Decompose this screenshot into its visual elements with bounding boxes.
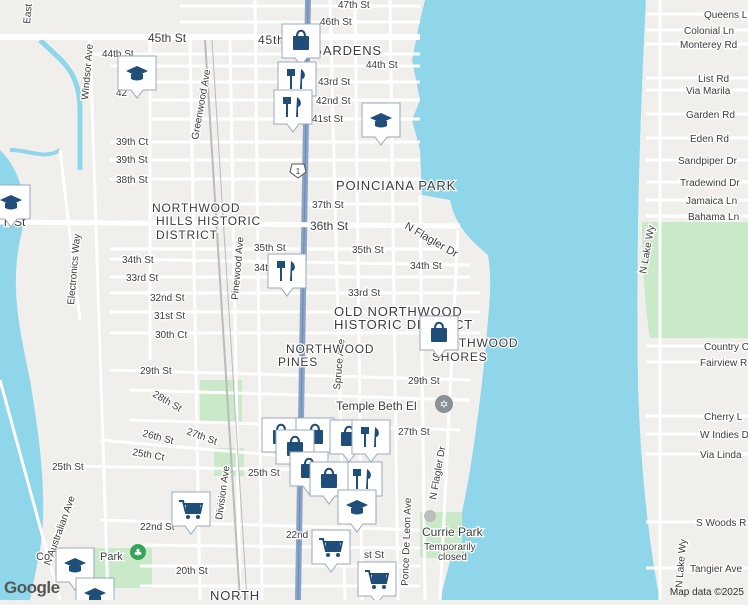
street-label: Via Marila xyxy=(686,86,731,97)
street-label: 39th St xyxy=(116,155,148,166)
street-label: Colonial Ln xyxy=(684,26,734,37)
street-label: 36th St xyxy=(310,219,349,233)
area-label: HILLS HISTORIC xyxy=(156,214,261,228)
street-label: 37th St xyxy=(312,200,344,211)
star-of-david-icon: ✡ xyxy=(439,398,448,411)
street-label: W Indies D xyxy=(700,430,748,441)
street-label: 29th St xyxy=(140,366,172,377)
street-label: 45th St xyxy=(148,31,187,45)
street-label: 39th Ct xyxy=(116,137,148,148)
svg-text:1: 1 xyxy=(296,167,301,176)
poi-label[interactable]: Temple Beth El xyxy=(336,399,417,413)
area-label: GARDENS xyxy=(312,43,382,58)
street-label: Garden Rd xyxy=(686,110,735,121)
map-svg: 1 ✡ ♣ 47th St46th St45th St45th St44th S… xyxy=(0,0,748,600)
area-label: NORTH xyxy=(210,588,260,600)
google-logo: Google xyxy=(4,578,60,598)
street-label: 34t xyxy=(254,263,268,274)
poi-label[interactable]: Currie Park xyxy=(422,525,484,539)
street-label: 29th St xyxy=(408,376,440,387)
street-label: 42nd St xyxy=(316,96,351,107)
street-label: Country C xyxy=(704,342,748,353)
poi-label[interactable]: Park xyxy=(100,551,123,563)
area-label: PINES xyxy=(278,355,318,369)
map-attribution[interactable]: Map data ©2025 xyxy=(670,587,744,598)
street-label: Eden Rd xyxy=(690,134,729,145)
map-canvas[interactable]: 1 ✡ ♣ 47th St46th St45th St45th St44th S… xyxy=(0,0,748,600)
park-marker[interactable] xyxy=(424,510,436,522)
street-label: Tangier Ave xyxy=(690,564,743,575)
area-label: NORTHWOOD xyxy=(152,201,240,215)
street-label: 44th St xyxy=(366,60,398,71)
street-label: Cherry L xyxy=(704,412,743,423)
street-label: 32nd St xyxy=(150,293,185,304)
area-label: DISTRICT xyxy=(156,228,218,242)
street-label: 35th St xyxy=(352,245,384,256)
street-label: 34th St xyxy=(122,255,154,266)
street-label: 25th St xyxy=(248,468,280,479)
street-label: 41st St xyxy=(312,114,343,125)
street-label: 33rd St xyxy=(126,273,158,284)
street-label: st St xyxy=(364,550,384,561)
street-label: Fairview R xyxy=(700,358,747,369)
street-label: 35th St xyxy=(254,243,286,254)
street-label: 22nd St xyxy=(140,522,175,533)
street-label: 38th St xyxy=(116,175,148,186)
street-label: East xyxy=(22,3,35,24)
street-label: List Rd xyxy=(698,74,729,85)
area-label: NORTHWOOD xyxy=(286,342,374,356)
street-label: 33rd St xyxy=(348,288,380,299)
street-label: S Woods R xyxy=(696,518,746,529)
street-label: 27th St xyxy=(398,427,430,438)
street-label: 47th St xyxy=(338,0,370,11)
street-label: Queens Ln xyxy=(704,10,748,21)
map-pin[interactable] xyxy=(358,562,396,600)
street-label: 22nd xyxy=(286,530,308,541)
street-label: 30th Ct xyxy=(155,330,187,341)
street-label: Bahama Ln xyxy=(688,212,739,223)
street-label: 20th St xyxy=(176,566,208,577)
poi-label[interactable]: Co xyxy=(36,551,50,563)
street-label: Jamaica Ln xyxy=(686,196,737,207)
street-label: 46th St xyxy=(320,17,352,28)
street-label: Monterey Rd xyxy=(680,40,737,51)
street-label: 31st St xyxy=(154,311,185,322)
street-label: 43rd St xyxy=(318,77,350,88)
street-label: Via Linda xyxy=(700,450,742,461)
street-label: Tradewind Dr xyxy=(680,178,740,189)
tree-glyph: ♣ xyxy=(134,548,143,559)
street-label: 34th St xyxy=(410,261,442,272)
street-label: 25th St xyxy=(52,462,84,473)
poi-label[interactable]: closed xyxy=(438,552,467,563)
street-label: Sandpiper Dr xyxy=(678,156,738,167)
area-label: POINCIANA PARK xyxy=(336,178,456,193)
island-park xyxy=(642,222,748,338)
map-pin[interactable] xyxy=(76,578,114,600)
